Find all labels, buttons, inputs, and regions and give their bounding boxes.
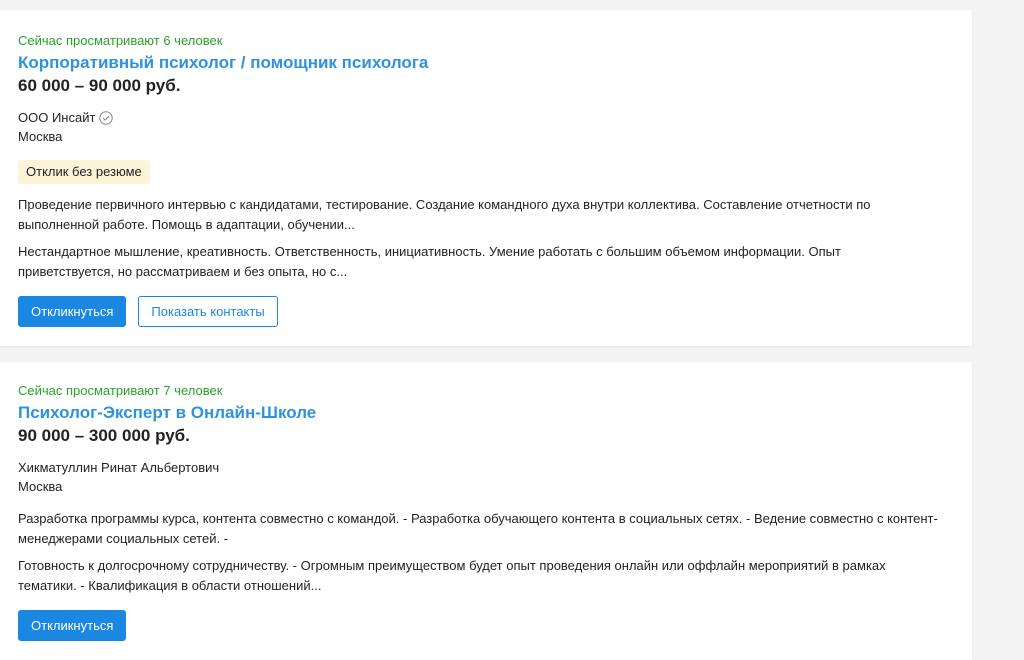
viewers-count: Сейчас просматривают 6 человек: [18, 33, 223, 48]
vacancy-card: Сейчас просматривают 7 человек Психолог-…: [0, 362, 972, 660]
vacancy-title-link[interactable]: Психолог-Эксперт в Онлайн-Школе: [18, 402, 316, 424]
vacancy-salary: 90 000 – 300 000 руб.: [18, 426, 190, 445]
vacancy-requirements: Готовность к долгосрочному сотрудничеств…: [18, 558, 886, 593]
employer-link[interactable]: ООО Инсайт: [18, 109, 95, 127]
check-circle-icon: [99, 111, 114, 125]
vacancy-list: Сейчас просматривают 6 человек Корпорати…: [0, 0, 1024, 660]
vacancy-requirements: Нестандартное мышление, креативность. От…: [18, 244, 841, 279]
vacancy-responsibilities: Проведение первичного интервью с кандида…: [18, 197, 871, 232]
employer-row: Хикматуллин Ринат Альбертович: [18, 459, 954, 477]
vacancy-actions: Откликнуться: [18, 610, 954, 641]
vacancy-city: Москва: [18, 479, 63, 494]
show-contacts-button[interactable]: Показать контакты: [138, 296, 278, 327]
viewers-count: Сейчас просматривают 7 человек: [18, 383, 223, 398]
employer-link[interactable]: Хикматуллин Ринат Альбертович: [18, 459, 219, 477]
vacancy-actions: Откликнуться Показать контакты: [18, 296, 954, 327]
respond-button[interactable]: Откликнуться: [18, 296, 127, 327]
vacancy-card: Сейчас просматривают 6 человек Корпорати…: [0, 10, 972, 346]
employer-row: ООО Инсайт: [18, 109, 954, 127]
vacancy-title-link[interactable]: Корпоративный психолог / помощник психол…: [18, 52, 428, 74]
respond-button[interactable]: Откликнуться: [18, 610, 127, 641]
vacancy-city: Москва: [18, 129, 63, 144]
vacancy-salary: 60 000 – 90 000 руб.: [18, 76, 181, 95]
no-resume-badge: Отклик без резюме: [18, 160, 150, 184]
vacancy-responsibilities: Разработка программы курса, контента сов…: [18, 511, 938, 546]
